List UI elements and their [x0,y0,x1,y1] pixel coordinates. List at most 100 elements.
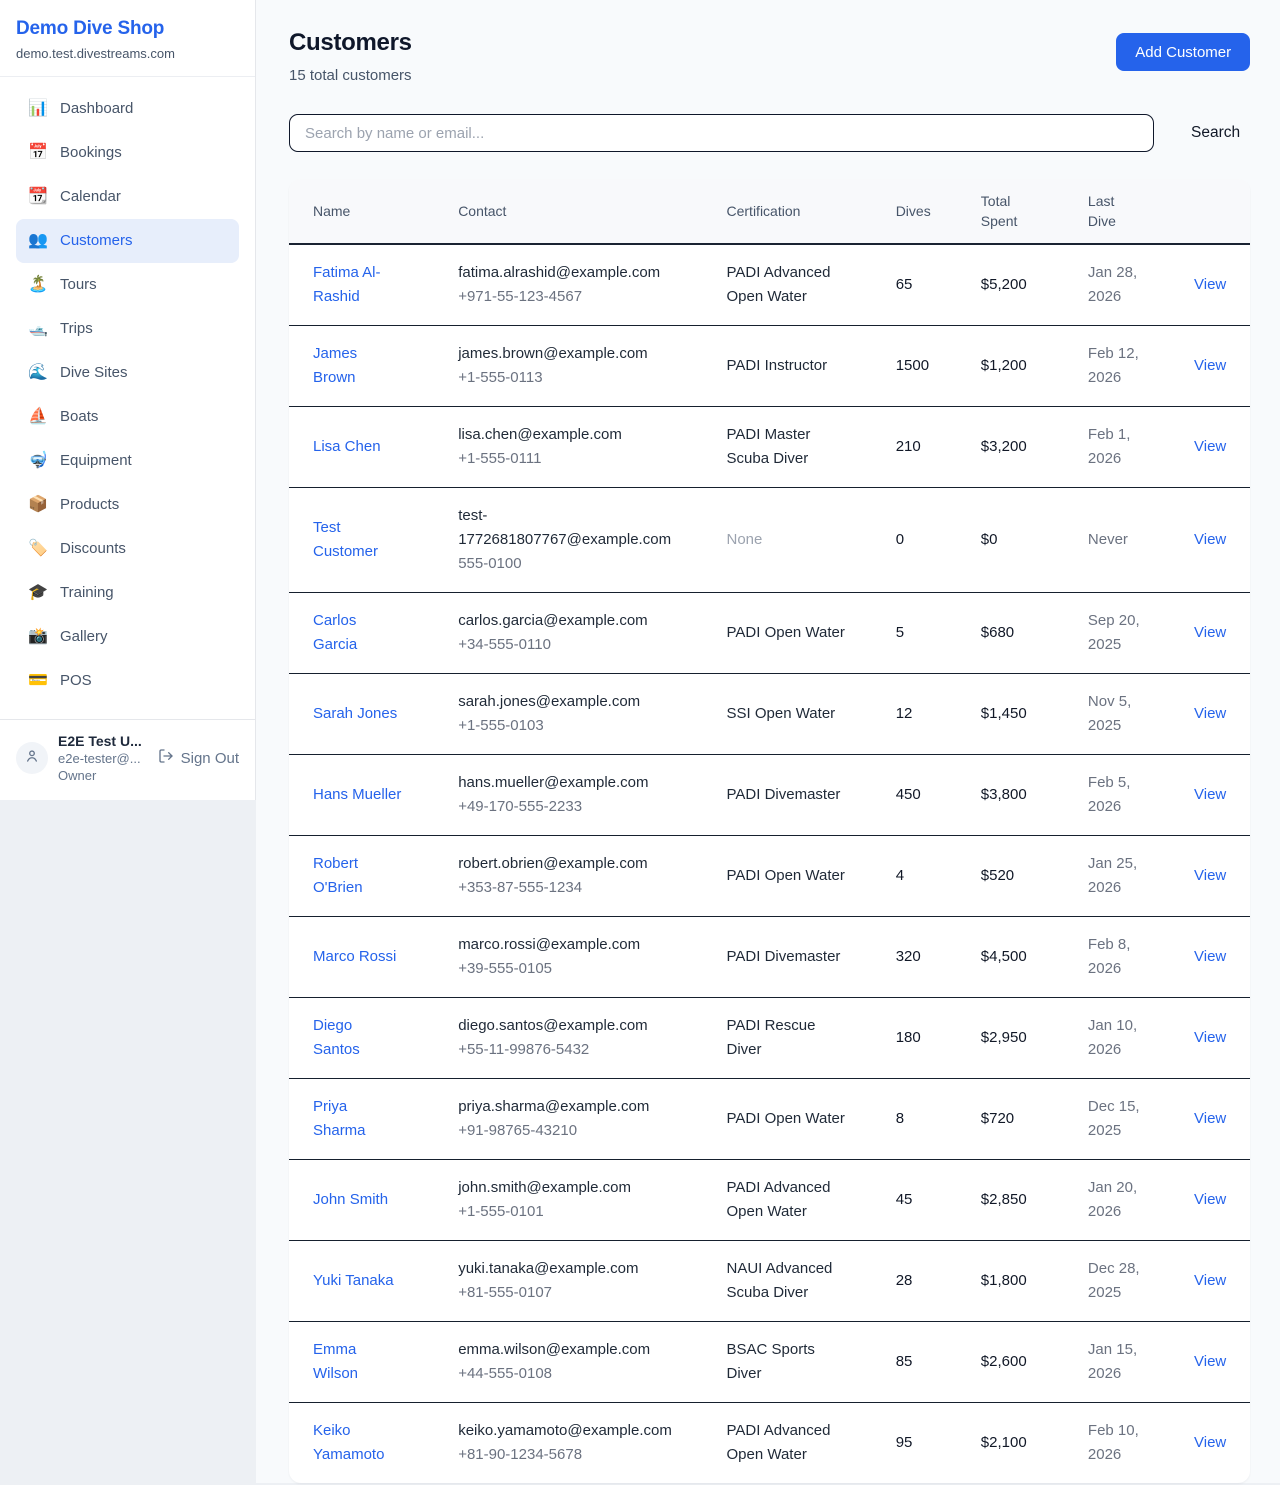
sidebar-item-tours[interactable]: 🏝️ Tours [16,263,239,307]
table-row: John Smith john.smith@example.com +1-555… [289,1160,1250,1241]
view-link[interactable]: View [1194,867,1226,884]
sidebar-item-customers[interactable]: 👥 Customers [16,219,239,263]
gallery-icon: 📸 [28,625,48,649]
customer-name-link[interactable]: Fatima Al-Rashid [313,261,403,309]
sidebar-item-training[interactable]: 🎓 Training [16,571,239,615]
total-spent-value: $2,850 [981,1160,1088,1241]
table-row: Diego Santos diego.santos@example.com +5… [289,998,1250,1079]
total-spent-value: $2,100 [981,1403,1088,1484]
total-spent-value: $720 [981,1079,1088,1160]
certification-value: PADI Advanced Open Water [727,261,849,309]
customer-name-link[interactable]: Test Customer [313,516,403,564]
app-root: Demo Dive Shop demo.test.divestreams.com… [0,0,1280,1483]
table-row: Priya Sharma priya.sharma@example.com +9… [289,1079,1250,1160]
customer-name-link[interactable]: John Smith [313,1188,388,1212]
view-link[interactable]: View [1194,1434,1226,1451]
customer-name-link[interactable]: Diego Santos [313,1014,403,1062]
table-row: Sarah Jones sarah.jones@example.com +1-5… [289,674,1250,755]
sidebar-item-bookings[interactable]: 📅 Bookings [16,131,239,175]
customer-name-link[interactable]: Carlos Garcia [313,609,403,657]
view-link[interactable]: View [1194,1110,1226,1127]
table-row: Emma Wilson emma.wilson@example.com +44-… [289,1322,1250,1403]
add-customer-button[interactable]: Add Customer [1116,33,1250,71]
page-title: Customers [289,28,412,58]
sidebar-item-label: Products [60,493,119,517]
view-link[interactable]: View [1194,624,1226,641]
customer-phone: +34-555-0110 [458,633,710,657]
customer-phone: +1-555-0103 [458,714,710,738]
contact-cell: yuki.tanaka@example.com +81-555-0107 [458,1241,726,1322]
last-dive-value: Feb 8, 2026 [1088,933,1152,981]
customer-name-link[interactable]: Lisa Chen [313,435,381,459]
total-spent-value: $3,800 [981,755,1088,836]
sidebar: Demo Dive Shop demo.test.divestreams.com… [0,0,256,800]
view-link[interactable]: View [1194,1029,1226,1046]
avatar [16,742,48,774]
customer-name-link[interactable]: James Brown [313,342,403,390]
certification-value: NAUI Advanced Scuba Diver [727,1257,849,1305]
sidebar-item-equipment[interactable]: 🤿 Equipment [16,439,239,483]
certification-value: PADI Advanced Open Water [727,1419,849,1467]
sign-out-button[interactable]: Sign Out [158,748,239,768]
sidebar-item-label: Dashboard [60,97,133,121]
table-row: Robert O'Brien robert.obrien@example.com… [289,836,1250,917]
last-dive-value: Jan 10, 2026 [1088,1014,1152,1062]
table-row: Fatima Al-Rashid fatima.alrashid@example… [289,244,1250,326]
contact-cell: priya.sharma@example.com +91-98765-43210 [458,1079,726,1160]
last-dive-value: Sep 20, 2025 [1088,609,1152,657]
sidebar-item-label: Training [60,581,114,605]
customer-phone: +55-11-99876-5432 [458,1038,710,1062]
customer-name-link[interactable]: Keiko Yamamoto [313,1419,403,1467]
view-link[interactable]: View [1194,531,1226,548]
view-link[interactable]: View [1194,786,1226,803]
column-header-dives: Dives [896,179,981,244]
view-link[interactable]: View [1194,276,1226,293]
training-icon: 🎓 [28,581,48,605]
boats-icon: ⛵ [28,405,48,429]
total-spent-value: $1,450 [981,674,1088,755]
sidebar-item-dashboard[interactable]: 📊 Dashboard [16,87,239,131]
pos-icon: 💳 [28,669,48,693]
view-link[interactable]: View [1194,705,1226,722]
view-link[interactable]: View [1194,1353,1226,1370]
view-link[interactable]: View [1194,357,1226,374]
sidebar-item-discounts[interactable]: 🏷️ Discounts [16,527,239,571]
view-link[interactable]: View [1194,1191,1226,1208]
search-input[interactable] [289,114,1154,152]
customer-email: test-1772681807767@example.com [458,504,670,552]
dives-value: 28 [896,1241,981,1322]
last-dive-value: Feb 12, 2026 [1088,342,1152,390]
sidebar-item-boats[interactable]: ⛵ Boats [16,395,239,439]
customer-name-link[interactable]: Hans Mueller [313,783,401,807]
sidebar-item-calendar[interactable]: 📆 Calendar [16,175,239,219]
last-dive-value: Jan 15, 2026 [1088,1338,1152,1386]
sidebar-item-pos[interactable]: 💳 POS [16,659,239,703]
sidebar-item-dive-sites[interactable]: 🌊 Dive Sites [16,351,239,395]
sidebar-item-gallery[interactable]: 📸 Gallery [16,615,239,659]
certification-value: PADI Divemaster [727,945,841,969]
table-row: Marco Rossi marco.rossi@example.com +39-… [289,917,1250,998]
search-button[interactable]: Search [1181,118,1250,148]
view-link[interactable]: View [1194,438,1226,455]
customer-name-link[interactable]: Emma Wilson [313,1338,403,1386]
sidebar-item-trips[interactable]: 🛥️ Trips [16,307,239,351]
last-dive-value: Jan 25, 2026 [1088,852,1152,900]
page-subtitle: 15 total customers [289,67,412,84]
sidebar-item-products[interactable]: 📦 Products [16,483,239,527]
customer-name-link[interactable]: Priya Sharma [313,1095,403,1143]
customer-name-link[interactable]: Yuki Tanaka [313,1269,394,1293]
view-link[interactable]: View [1194,948,1226,965]
customer-email: hans.mueller@example.com [458,771,670,795]
logout-icon [158,748,174,768]
page-header-text: Customers 15 total customers [289,28,412,84]
sidebar-item-label: POS [60,669,92,693]
view-link[interactable]: View [1194,1272,1226,1289]
sidebar-item-label: Equipment [60,449,132,473]
customer-name-link[interactable]: Robert O'Brien [313,852,403,900]
customer-phone: +353-87-555-1234 [458,876,710,900]
customers-icon: 👥 [28,229,48,253]
customer-name-link[interactable]: Sarah Jones [313,702,397,726]
customer-name-link[interactable]: Marco Rossi [313,945,396,969]
contact-cell: lisa.chen@example.com +1-555-0111 [458,407,726,488]
table-row: Carlos Garcia carlos.garcia@example.com … [289,593,1250,674]
